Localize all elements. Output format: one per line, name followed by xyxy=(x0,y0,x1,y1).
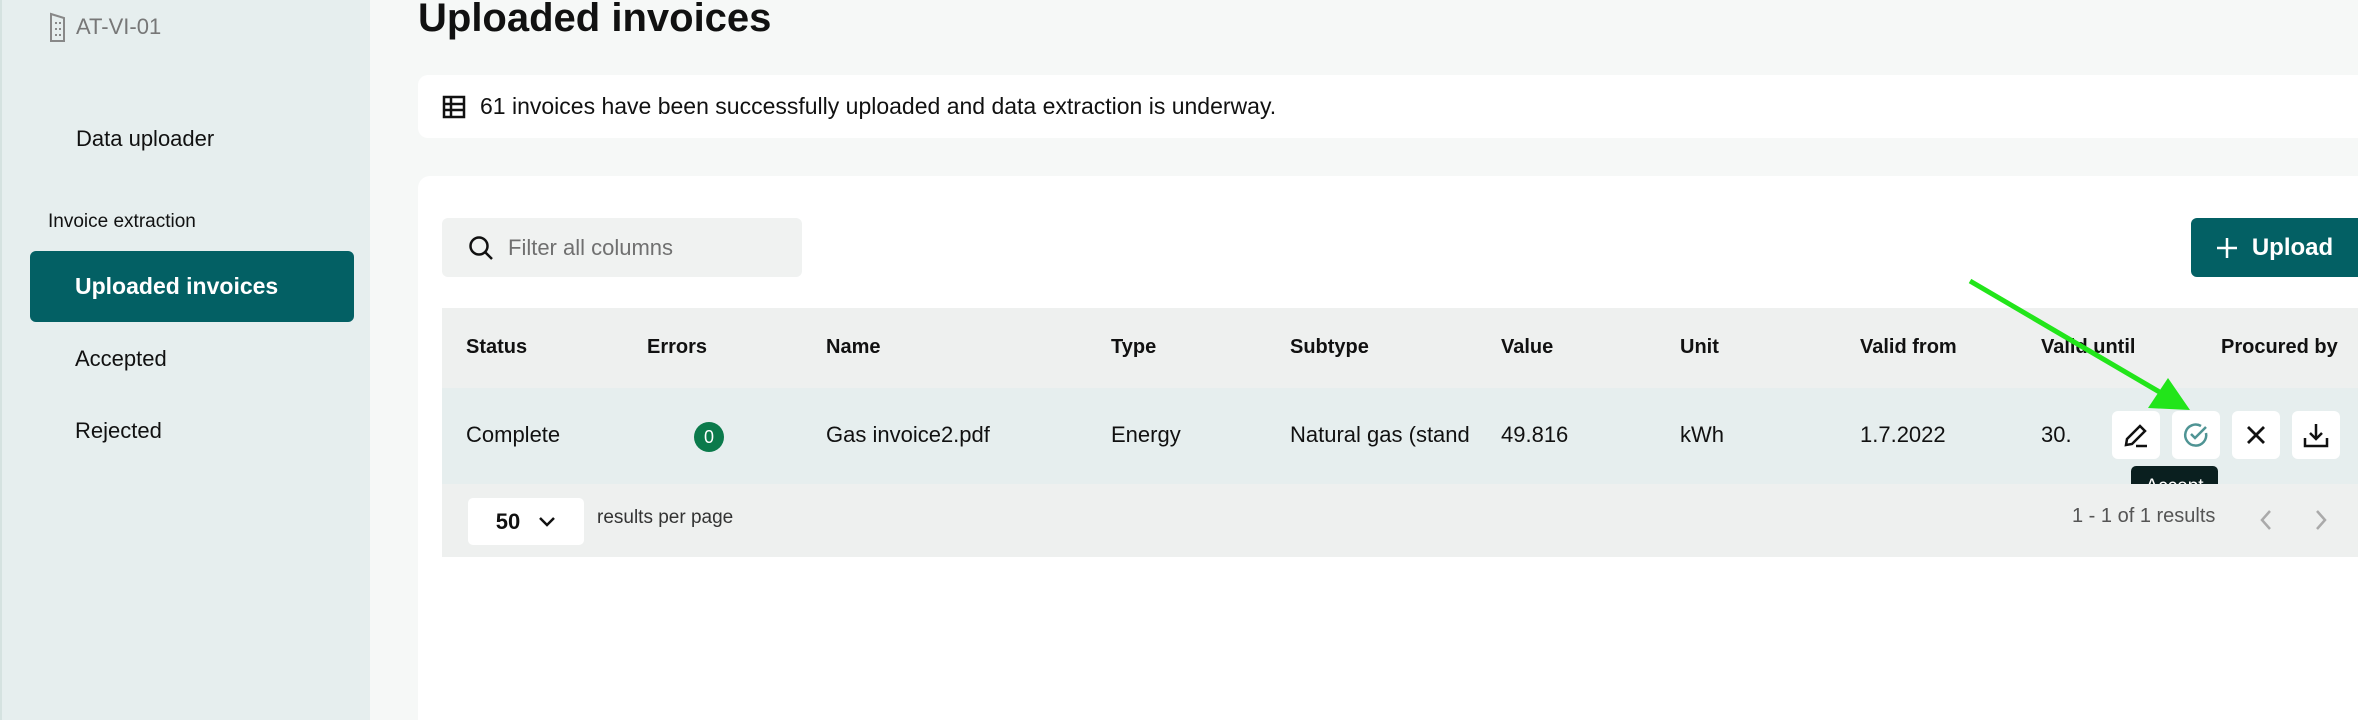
download-button[interactable] xyxy=(2292,411,2340,459)
cell-valid-until: 30. xyxy=(2041,422,2072,447)
table-header: Status Errors Name Type Subtype Value Un… xyxy=(442,308,2358,388)
per-page-value: 50 xyxy=(495,508,521,534)
sidebar-item-uploaded-invoices[interactable]: Uploaded invoices xyxy=(30,251,354,322)
cell-unit: kWh xyxy=(1680,422,1724,447)
pagination-summary: 1 - 1 of 1 results xyxy=(2072,505,2216,527)
upload-label: Upload xyxy=(2251,233,2334,261)
search-placeholder: Filter all columns xyxy=(508,234,674,260)
banner-text: 61 invoices have been successfully uploa… xyxy=(480,93,1277,119)
accept-button[interactable] xyxy=(2172,411,2220,459)
status-banner: 61 invoices have been successfully uploa… xyxy=(418,75,2358,138)
column-header-subtype[interactable]: Subtype xyxy=(1290,336,1369,359)
column-header-errors[interactable]: Errors xyxy=(647,336,707,359)
search-icon xyxy=(469,235,493,260)
next-page-icon[interactable] xyxy=(2313,508,2329,532)
download-icon xyxy=(2303,424,2329,448)
column-header-status[interactable]: Status xyxy=(466,336,527,359)
table-row[interactable]: Complete 0 Gas invoice2.pdf Energy Natur… xyxy=(442,388,2358,484)
cell-status: Complete xyxy=(466,422,561,447)
cell-type: Energy xyxy=(1111,422,1181,447)
edit-button[interactable] xyxy=(2112,411,2160,459)
sidebar-section-label: Invoice extraction xyxy=(48,211,196,232)
table-footer: results per page 1 - 1 of 1 results xyxy=(442,484,2358,557)
column-header-value[interactable]: Value xyxy=(1501,336,1553,359)
column-header-valid-from[interactable]: Valid from xyxy=(1860,336,1957,359)
column-header-type[interactable]: Type xyxy=(1111,336,1156,359)
reject-x-icon xyxy=(2247,426,2265,444)
cell-name[interactable]: Gas invoice2.pdf xyxy=(826,422,990,448)
reject-button[interactable] xyxy=(2232,411,2280,459)
search-input[interactable]: Filter all columns xyxy=(442,218,802,277)
upload-button[interactable]: Upload xyxy=(2191,218,2358,277)
sidebar-item-rejected[interactable]: Rejected xyxy=(75,418,162,444)
prev-page-icon[interactable] xyxy=(2258,508,2274,532)
site-name: AT-VI-01 xyxy=(76,14,162,39)
cell-valid-from: 1.7.2022 xyxy=(1860,422,1946,447)
sidebar-item-accepted[interactable]: Accepted xyxy=(75,346,167,372)
building-icon xyxy=(50,12,65,42)
errors-badge: 0 xyxy=(694,422,724,452)
cell-subtype: Natural gas (stand xyxy=(1290,422,1470,447)
per-page-select[interactable]: 50 xyxy=(468,498,584,545)
edit-icon xyxy=(2124,424,2147,448)
table-icon xyxy=(442,95,466,118)
sidebar-item-data-uploader[interactable]: Data uploader xyxy=(76,126,214,152)
chevron-down-icon xyxy=(539,516,556,527)
column-header-procured-by[interactable]: Procured by xyxy=(2221,336,2338,359)
plus-icon xyxy=(2216,237,2237,258)
sidebar: AT-VI-01 Data uploader Invoice extractio… xyxy=(0,0,370,720)
page-title: Uploaded invoices xyxy=(418,0,772,40)
column-header-name[interactable]: Name xyxy=(826,336,880,359)
cell-value: 49.816 xyxy=(1501,422,1569,447)
site-selector[interactable]: AT-VI-01 xyxy=(50,12,161,42)
column-header-unit[interactable]: Unit xyxy=(1680,336,1719,359)
accept-check-icon xyxy=(2184,423,2208,447)
column-header-valid-until[interactable]: Valid until xyxy=(2041,336,2135,359)
per-page-label: results per page xyxy=(597,507,734,528)
